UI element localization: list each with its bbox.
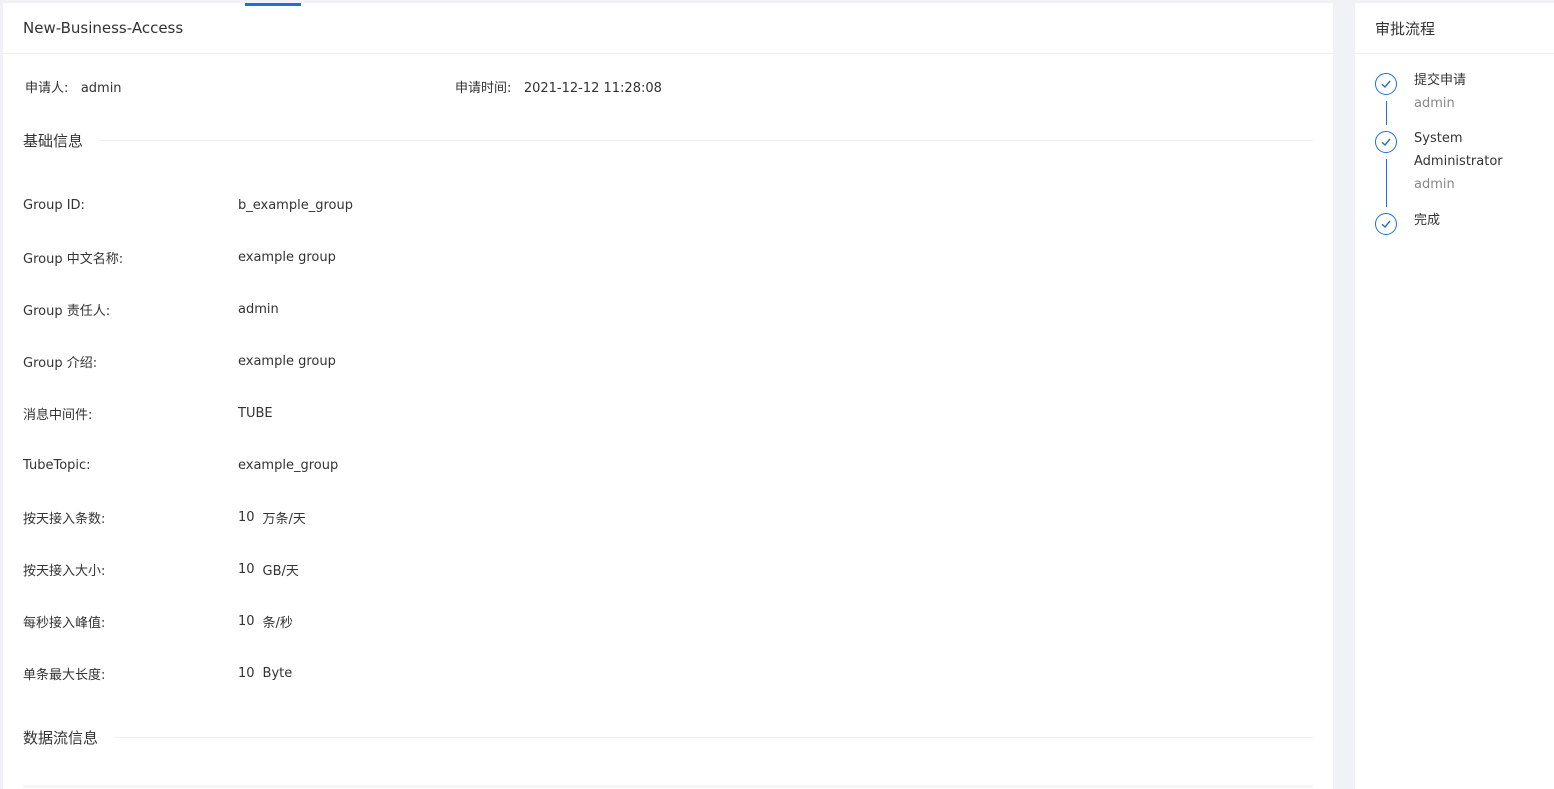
apply-time-label: 申请时间: <box>455 81 512 96</box>
step-name: System <box>1414 131 1463 146</box>
approval-step-submit: 提交申请 admin <box>1375 73 1466 115</box>
check-icon <box>1375 73 1397 95</box>
field-label: TubeTopic: <box>23 457 91 473</box>
card-header: New-Business-Access <box>3 3 1333 54</box>
field-value: 10 <box>238 613 255 629</box>
detail-card: New-Business-Access 申请人: admin 申请时间: 202… <box>3 3 1333 789</box>
step-name: 提交申请 <box>1414 73 1467 88</box>
field-value: 10 <box>238 561 255 577</box>
step-content: 提交申请 admin <box>1414 69 1466 115</box>
approval-step-admin: System Administrator admin <box>1375 131 1503 196</box>
field-label: Group ID: <box>23 197 85 213</box>
field-row-tube-topic: TubeTopic: example_group <box>23 455 338 475</box>
field-label: Group 中文名称: <box>23 251 124 267</box>
field-row-max-length: 单条最大长度: 10 Byte <box>23 663 292 683</box>
step-content: 完成 <box>1414 209 1440 235</box>
field-unit: 条/秒 <box>262 615 293 631</box>
field-label: Group 责任人: <box>23 303 111 319</box>
field-row-group-owner: Group 责任人: admin <box>23 299 279 319</box>
field-row-daily-records: 按天接入条数: 10 万条/天 <box>23 507 306 527</box>
field-label: 每秒接入峰值: <box>23 615 106 631</box>
page-title: New-Business-Access <box>23 19 184 37</box>
field-row-daily-size: 按天接入大小: 10 GB/天 <box>23 559 299 579</box>
field-value: example group <box>238 249 336 265</box>
field-label: 按天接入大小: <box>23 563 106 579</box>
approval-step-done: 完成 <box>1375 213 1440 235</box>
field-label: 按天接入条数: <box>23 511 106 527</box>
field-value: TUBE <box>238 405 273 421</box>
field-row-group-id: Group ID: b_example_group <box>23 195 353 215</box>
field-row-group-cn-name: Group 中文名称: example group <box>23 247 336 267</box>
applicant-label: 申请人: <box>25 81 69 96</box>
step-name: 完成 <box>1414 213 1441 228</box>
step-user: admin <box>1414 177 1455 192</box>
field-row-middleware: 消息中间件: TUBE <box>23 403 273 423</box>
field-value: 10 <box>238 509 255 525</box>
section-stream-info: 数据流信息 <box>23 727 1313 748</box>
step-user: admin <box>1414 96 1455 111</box>
field-label: Group 介绍: <box>23 355 98 371</box>
table-top-edge <box>23 785 1313 788</box>
field-row-peak-rate: 每秒接入峰值: 10 条/秒 <box>23 611 293 631</box>
field-unit: 万条/天 <box>262 511 306 527</box>
approval-panel: 审批流程 提交申请 admin System Administrator adm… <box>1355 3 1554 789</box>
field-unit: GB/天 <box>262 563 299 579</box>
field-label: 消息中间件: <box>23 407 93 423</box>
section-divider <box>114 737 1313 738</box>
step-content: System Administrator admin <box>1414 127 1503 196</box>
check-icon <box>1375 131 1397 153</box>
field-label: 单条最大长度: <box>23 667 106 683</box>
approval-title: 审批流程 <box>1375 19 1436 38</box>
field-value: admin <box>238 301 279 317</box>
section-title-basic: 基础信息 <box>23 132 84 150</box>
field-unit: Byte <box>262 665 293 681</box>
field-value: example_group <box>238 457 339 473</box>
apply-time-row: 申请时间: 2021-12-12 11:28:08 <box>455 77 662 96</box>
applicant-row: 申请人: admin <box>25 77 122 96</box>
section-divider <box>99 140 1313 141</box>
field-value: 10 <box>238 665 255 681</box>
applicant-value: admin <box>80 81 122 96</box>
section-title-stream: 数据流信息 <box>23 729 99 747</box>
apply-time-value: 2021-12-12 11:28:08 <box>523 81 662 96</box>
page: New-Business-Access 申请人: admin 申请时间: 202… <box>0 0 1554 789</box>
active-tab-indicator <box>245 3 301 6</box>
step-name-line2: Administrator <box>1414 154 1503 169</box>
check-icon <box>1375 213 1397 235</box>
field-row-group-desc: Group 介绍: example group <box>23 351 336 371</box>
section-basic-info: 基础信息 <box>23 130 1313 151</box>
field-value: example group <box>238 353 336 369</box>
field-value: b_example_group <box>238 197 353 213</box>
approval-header: 审批流程 <box>1355 3 1554 54</box>
